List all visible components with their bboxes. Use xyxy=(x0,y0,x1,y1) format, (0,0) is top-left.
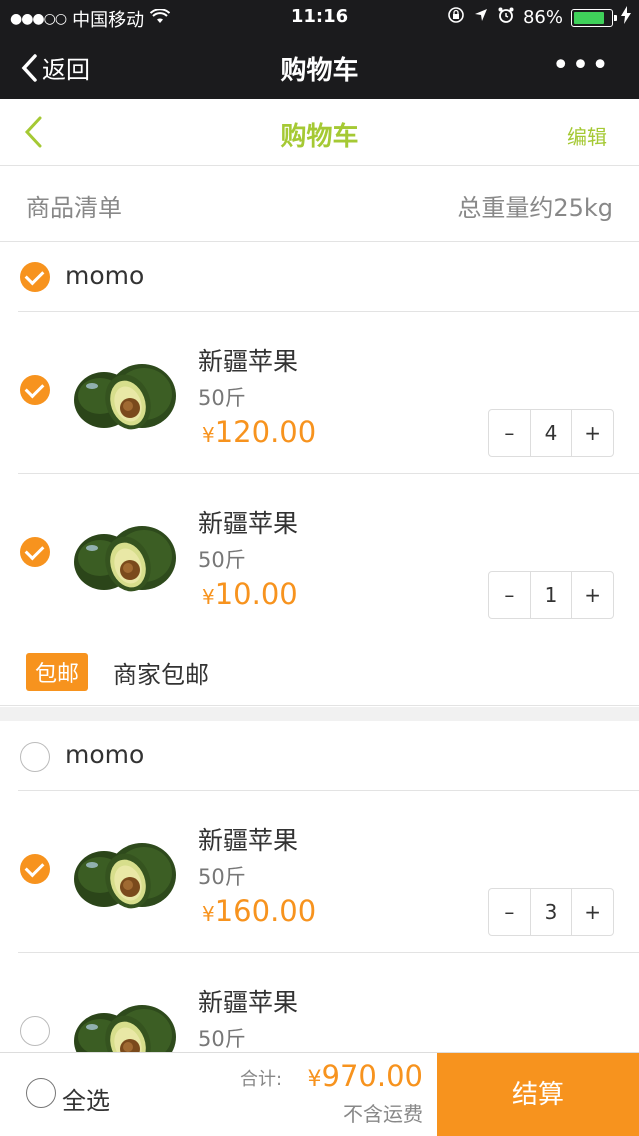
shipping-text: 商家包邮 xyxy=(113,661,209,689)
cart-item: 新疆苹果 50斤 ¥120.00 – 4 + xyxy=(0,312,639,474)
item-spec: 50斤 xyxy=(198,865,246,889)
total-label: 合计: xyxy=(240,1069,283,1090)
item-spec: 50斤 xyxy=(198,1027,246,1051)
list-header: 商品清单 总重量约25kg xyxy=(0,166,639,242)
shipping-note: 不含运费 xyxy=(343,1102,423,1126)
item-spec: 50斤 xyxy=(198,386,246,410)
item-name[interactable]: 新疆苹果 xyxy=(198,983,298,1019)
quantity-value[interactable]: 4 xyxy=(529,410,573,456)
select-all-checkbox[interactable] xyxy=(26,1078,56,1108)
increase-button[interactable]: + xyxy=(572,410,613,456)
item-checkbox[interactable] xyxy=(20,1016,50,1046)
item-checkbox[interactable] xyxy=(20,537,50,567)
checkout-button[interactable]: 结算 xyxy=(437,1053,639,1136)
rotation-lock-icon xyxy=(447,6,465,29)
item-spec: 50斤 xyxy=(198,548,246,572)
total-weight: 总重量约25kg xyxy=(457,194,613,222)
wechat-top-bar: ●●●○○ 中国移动 11:16 86% 返回 购物车 ••• xyxy=(0,0,639,99)
more-menu-icon[interactable]: ••• xyxy=(552,48,611,83)
item-price: ¥160.00 xyxy=(202,894,317,928)
cart-footer: 全选 合计: ¥970.00 不含运费 结算 xyxy=(0,1052,639,1136)
charging-icon xyxy=(621,6,631,29)
select-all-label[interactable]: 全选 xyxy=(62,1081,110,1116)
item-price: ¥10.00 xyxy=(202,577,298,611)
product-thumbnail[interactable] xyxy=(70,518,180,598)
product-thumbnail[interactable] xyxy=(70,356,180,436)
location-icon xyxy=(473,7,489,28)
cart-item: 新疆苹果 50斤 ¥160.00 – 3 + xyxy=(0,791,639,953)
nav-title: 购物车 xyxy=(280,56,359,86)
item-checkbox[interactable] xyxy=(20,854,50,884)
decrease-button[interactable]: – xyxy=(489,889,530,935)
quantity-stepper: – 3 + xyxy=(488,888,614,936)
shop-checkbox[interactable] xyxy=(20,262,50,292)
wechat-nav-bar: 返回 购物车 ••• xyxy=(0,34,639,99)
shop-name: momo xyxy=(65,740,145,769)
page-title: 购物车 xyxy=(280,122,359,152)
product-thumbnail[interactable] xyxy=(70,835,180,915)
item-name[interactable]: 新疆苹果 xyxy=(198,504,298,540)
list-title: 商品清单 xyxy=(26,194,122,222)
decrease-button[interactable]: – xyxy=(489,572,530,618)
increase-button[interactable]: + xyxy=(572,572,613,618)
item-checkbox[interactable] xyxy=(20,375,50,405)
quantity-value[interactable]: 3 xyxy=(529,889,573,935)
item-name[interactable]: 新疆苹果 xyxy=(198,342,298,378)
shop-header[interactable]: momo xyxy=(0,242,639,312)
item-name[interactable]: 新疆苹果 xyxy=(198,821,298,857)
increase-button[interactable]: + xyxy=(572,889,613,935)
status-bar: ●●●○○ 中国移动 11:16 86% xyxy=(0,0,639,34)
edit-button[interactable]: 编辑 xyxy=(567,121,607,150)
shop-checkbox[interactable] xyxy=(20,742,50,772)
shipping-row: 包邮 商家包邮 xyxy=(0,636,639,706)
shop-header[interactable]: momo xyxy=(0,721,639,791)
quantity-value[interactable]: 1 xyxy=(529,572,573,618)
page-header: 购物车 编辑 xyxy=(0,99,639,166)
cart-item: 新疆苹果 50斤 ¥10.00 – 1 + xyxy=(0,474,639,636)
item-price: ¥120.00 xyxy=(202,415,317,449)
section-divider xyxy=(0,707,639,721)
alarm-icon xyxy=(497,6,515,29)
shop-name: momo xyxy=(65,261,145,290)
free-shipping-badge: 包邮 xyxy=(26,653,89,691)
quantity-stepper: – 1 + xyxy=(488,571,614,619)
total-amount: ¥970.00 xyxy=(307,1059,423,1093)
quantity-stepper: – 4 + xyxy=(488,409,614,457)
decrease-button[interactable]: – xyxy=(489,410,530,456)
battery-icon xyxy=(571,8,617,27)
battery-percent: 86% xyxy=(522,7,563,28)
